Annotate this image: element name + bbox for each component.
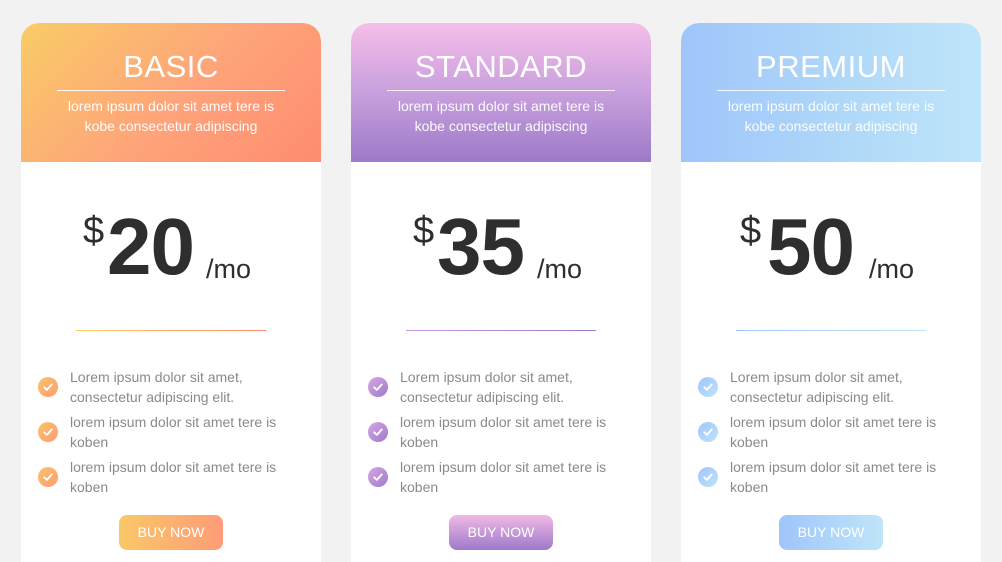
feature-text: lorem ipsum dolor sit amet tere is koben [400,458,607,495]
feature-list: Lorem ipsum dolor sit amet, consectetur … [21,364,321,499]
price-block: $ 20 /mo [21,162,321,330]
price-period: /mo [537,254,583,284]
check-icon [368,466,388,487]
plan-name: BASIC [123,49,219,84]
feature-text: lorem ipsum dolor sit amet tere is koben [730,413,937,450]
pricing-card-standard: STANDARD lorem ipsum dolor sit amet tere… [351,23,651,562]
check-icon [368,421,388,442]
check-icon [698,421,718,442]
price-amount: 20 [107,202,195,291]
plan-description: lorem ipsum dolor sit amet tere is kobe … [397,98,605,134]
card-header: STANDARD lorem ipsum dolor sit amet tere… [351,23,651,162]
plan-name: STANDARD [414,49,588,84]
buy-now-button[interactable]: BUY NOW [119,515,223,550]
price-divider [406,330,596,331]
buy-now-button[interactable]: BUY NOW [779,515,883,550]
feature-text: lorem ipsum dolor sit amet tere is koben [70,458,277,495]
check-icon [38,376,58,397]
price-amount: 35 [437,202,525,291]
feature-text: Lorem ipsum dolor sit amet, consectetur … [400,368,573,405]
check-icon [698,376,718,397]
check-icon [698,466,718,487]
pricing-card-basic: BASIC lorem ipsum dolor sit amet tere is… [21,23,321,562]
feature-text: lorem ipsum dolor sit amet tere is koben [70,413,277,450]
header-divider [387,90,615,91]
feature-item: lorem ipsum dolor sit amet tere is koben [698,454,981,499]
feature-text: Lorem ipsum dolor sit amet, consectetur … [70,368,243,405]
header-divider [717,90,945,91]
check-icon [368,376,388,397]
check-icon [38,466,58,487]
feature-text: Lorem ipsum dolor sit amet, consectetur … [730,368,903,405]
check-icon [38,421,58,442]
header-divider [57,90,285,91]
feature-list: Lorem ipsum dolor sit amet, consectetur … [351,364,651,499]
feature-text: lorem ipsum dolor sit amet tere is koben [730,458,937,495]
currency-symbol: $ [413,210,435,252]
price-period: /mo [869,254,915,284]
feature-item: lorem ipsum dolor sit amet tere is koben [38,409,321,454]
price-amount: 50 [767,202,855,291]
plan-description: lorem ipsum dolor sit amet tere is kobe … [727,98,935,134]
pricing-table: BASIC lorem ipsum dolor sit amet tere is… [0,0,1002,562]
feature-item: lorem ipsum dolor sit amet tere is koben [368,454,651,499]
plan-description: lorem ipsum dolor sit amet tere is kobe … [67,98,275,134]
price-period: /mo [206,254,252,284]
feature-item: Lorem ipsum dolor sit amet, consectetur … [698,364,981,409]
currency-symbol: $ [740,210,762,252]
buy-now-button[interactable]: BUY NOW [449,515,553,550]
plan-name: PREMIUM [756,49,906,84]
feature-list: Lorem ipsum dolor sit amet, consectetur … [681,364,981,499]
feature-item: Lorem ipsum dolor sit amet, consectetur … [368,364,651,409]
feature-item: lorem ipsum dolor sit amet tere is koben [698,409,981,454]
price-divider [736,330,926,331]
currency-symbol: $ [83,210,105,252]
feature-item: lorem ipsum dolor sit amet tere is koben [368,409,651,454]
feature-item: lorem ipsum dolor sit amet tere is koben [38,454,321,499]
feature-text: lorem ipsum dolor sit amet tere is koben [400,413,607,450]
price-block: $ 35 /mo [351,162,651,330]
price-block: $ 50 /mo [681,162,981,330]
feature-item: Lorem ipsum dolor sit amet, consectetur … [38,364,321,409]
price-divider [76,330,266,331]
card-header: BASIC lorem ipsum dolor sit amet tere is… [21,23,321,162]
card-header: PREMIUM lorem ipsum dolor sit amet tere … [681,23,981,162]
pricing-card-premium: PREMIUM lorem ipsum dolor sit amet tere … [681,23,981,562]
